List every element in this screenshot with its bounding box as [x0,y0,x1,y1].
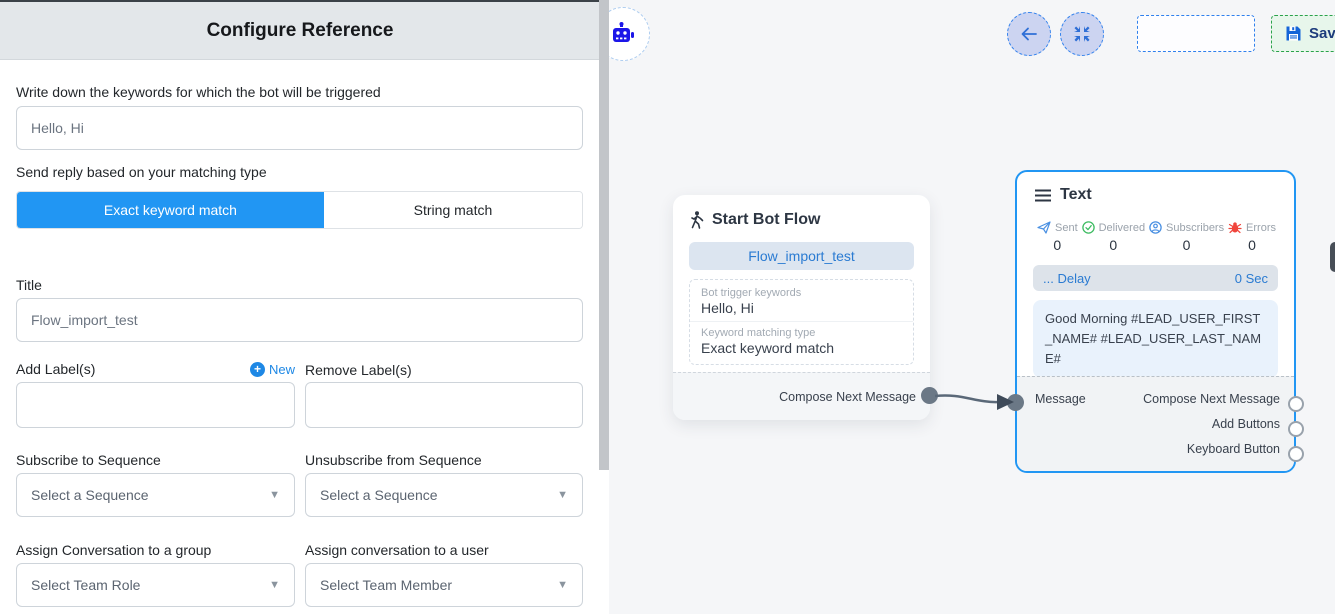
subscribers-icon [1149,221,1162,234]
assign-user-label: Assign conversation to a user [305,542,489,558]
save-button[interactable]: Save [1271,15,1335,52]
message-input-connector[interactable] [1007,394,1024,411]
team-role-placeholder: Select Team Role [31,577,140,593]
stat-errors-value: 0 [1248,237,1256,253]
clipped-right-handle[interactable] [1330,242,1335,272]
output-add-buttons-label: Add Buttons [1212,417,1280,431]
new-label-button[interactable]: + New [250,362,295,377]
matching-type-label: Send reply based on your matching type [16,164,267,180]
keywords-input[interactable] [16,106,583,150]
add-labels-label: Add Label(s) [16,361,95,377]
add-labels-input[interactable] [16,382,295,428]
title-label: Title [16,277,42,293]
trigger-keywords-value: Hello, Hi [701,300,902,316]
text-node-title: Text [1060,186,1092,204]
title-input[interactable] [16,298,583,342]
stat-delivered-label: Delivered [1099,222,1145,234]
start-node-title: Start Bot Flow [712,211,820,229]
divider [690,321,913,322]
delay-value: 0 Sec [1235,271,1268,286]
stat-sent: Sent 0 [1037,221,1078,253]
keyword-matching-value: Exact keyword match [701,340,902,356]
errors-icon [1228,221,1242,234]
app-window: Configure Reference Write down the keywo… [0,0,1335,614]
stat-delivered: Delivered 0 [1082,221,1145,253]
subscribe-sequence-select[interactable]: Select a Sequence ▼ [16,473,295,517]
keyword-matching-label: Keyword matching type [701,327,902,339]
stats-row: Sent 0 Delivered 0 [1017,204,1294,253]
flow-canvas[interactable]: Save Start Bot Flow Flow_import_test Bot… [609,0,1335,614]
compress-icon [1073,25,1091,43]
trigger-info-box[interactable]: Bot trigger keywords Hello, Hi Keyword m… [689,279,914,365]
add-buttons-connector[interactable] [1288,421,1304,437]
stat-subscribers-label: Subscribers [1166,222,1224,234]
start-bot-flow-node[interactable]: Start Bot Flow Flow_import_test Bot trig… [673,195,930,420]
chevron-down-icon: ▼ [269,489,280,501]
message-preview[interactable]: Good Morning #LEAD_USER_FIRST_NAME# #LEA… [1033,300,1278,378]
team-member-select[interactable]: Select Team Member ▼ [305,563,583,607]
walking-person-icon [689,211,704,229]
text-message-node[interactable]: Text Sent 0 [1015,170,1296,473]
stat-sent-label: Sent [1055,222,1078,234]
delay-label: ... Delay [1043,271,1091,286]
stat-errors-label: Errors [1246,222,1276,234]
bot-menu-button[interactable] [609,7,650,61]
keyboard-button-connector[interactable] [1288,446,1304,462]
assign-group-label: Assign Conversation to a group [16,542,211,558]
panel-header: Configure Reference [0,2,600,60]
tab-exact-keyword-match[interactable]: Exact keyword match [17,192,324,228]
keywords-label: Write down the keywords for which the bo… [16,84,381,100]
unsubscribe-sequence-select[interactable]: Select a Sequence ▼ [305,473,583,517]
trigger-keywords-label: Bot trigger keywords [701,287,902,299]
plus-icon: + [250,362,265,377]
chevron-down-icon: ▼ [269,579,280,591]
remove-labels-label: Remove Label(s) [305,362,412,378]
chevron-down-icon: ▼ [557,579,568,591]
back-arrow-icon [1019,24,1039,44]
start-output-connector[interactable] [921,387,938,404]
remove-labels-input[interactable] [305,382,583,428]
configure-panel: Configure Reference Write down the keywo… [0,0,600,614]
save-icon [1285,25,1302,42]
stat-errors: Errors 0 [1228,221,1276,253]
page-title: Configure Reference [207,20,394,42]
panel-scrollbar-thumb[interactable] [599,0,609,470]
robot-icon [610,21,636,47]
chevron-down-icon: ▼ [557,489,568,501]
subscribe-sequence-label: Subscribe to Sequence [16,452,161,468]
save-label: Save [1309,25,1335,42]
tab-string-match[interactable]: String match [324,192,582,228]
compose-next-connector[interactable] [1288,396,1304,412]
unsubscribe-sequence-placeholder: Select a Sequence [320,487,438,503]
delay-row[interactable]: ... Delay 0 Sec [1033,265,1278,291]
output-keyboard-button-label: Keyboard Button [1187,442,1280,456]
output-compose-next-label: Compose Next Message [1143,392,1280,406]
message-input-label: Message [1035,392,1086,406]
matching-type-tabs: Exact keyword match String match [16,191,583,229]
stat-subscribers: Subscribers 0 [1149,221,1224,253]
delivered-icon [1082,221,1095,234]
menu-icon [1035,189,1051,202]
flow-name-button[interactable]: Flow_import_test [689,242,914,270]
back-button[interactable] [1007,12,1051,56]
toolbar-placeholder-box[interactable] [1137,15,1255,52]
panel-scrollbar[interactable] [599,0,609,614]
stat-delivered-value: 0 [1109,237,1117,253]
team-role-select[interactable]: Select Team Role ▼ [16,563,295,607]
sent-icon [1037,221,1051,234]
team-member-placeholder: Select Team Member [320,577,452,593]
unsubscribe-sequence-label: Unsubscribe from Sequence [305,452,482,468]
fit-view-button[interactable] [1060,12,1104,56]
subscribe-sequence-placeholder: Select a Sequence [31,487,149,503]
new-label-text: New [269,362,295,377]
stat-subscribers-value: 0 [1183,237,1191,253]
stat-sent-value: 0 [1053,237,1061,253]
start-output-label: Compose Next Message [779,390,916,404]
text-node-footer: Message Compose Next Message Add Buttons… [1017,376,1294,471]
